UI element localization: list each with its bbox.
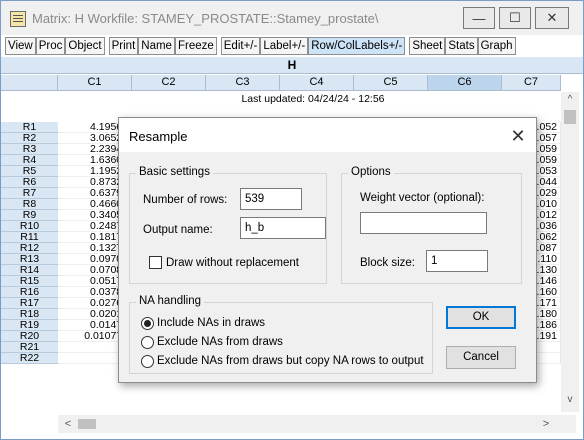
column-header-c2[interactable]: C2 (132, 75, 206, 91)
vertical-scroll-thumb[interactable] (564, 110, 576, 124)
window-title: Matrix: H Workfile: STAMEY_PROSTATE::Sta… (32, 11, 379, 26)
exclude-nas-label: Exclude NAs from draws (157, 336, 283, 348)
dialog-close-icon[interactable]: ✕ (507, 125, 529, 147)
corner-header[interactable] (1, 75, 58, 91)
block-size-label: Block size: (360, 257, 415, 269)
na-handling-group: NA handling Include NAs in draws Exclude… (129, 295, 433, 374)
close-window-button[interactable]: ✕ (535, 7, 569, 29)
resample-dialog: Resample ✕ Basic settings Number of rows… (118, 117, 537, 383)
weight-vector-label: Weight vector (optional): (360, 192, 485, 204)
column-header-c1[interactable]: C1 (58, 75, 132, 91)
proc-button[interactable]: Proc (35, 37, 66, 55)
scroll-down-icon[interactable]: v (561, 394, 579, 410)
matrix-app-icon (10, 11, 26, 27)
maximize-button[interactable]: ☐ (499, 7, 531, 29)
row-col-labels-button[interactable]: Row/ColLabels+/- (308, 37, 406, 55)
object-toolbar: View Proc Object Print Name Freeze Edit+… (5, 37, 516, 55)
weight-vector-input[interactable] (360, 212, 487, 234)
exclude-nas-radio[interactable] (141, 336, 154, 349)
scroll-left-icon[interactable]: < (60, 415, 76, 433)
sheet-button[interactable]: Sheet (409, 37, 446, 55)
column-header-c5[interactable]: C5 (354, 75, 428, 91)
dialog-title-bar[interactable]: Resample ✕ (119, 118, 536, 152)
row-header-r22[interactable]: R22 (1, 353, 58, 364)
matrix-name-header: H (1, 57, 583, 74)
exclude-nas-copy-label: Exclude NAs from draws but copy NA rows … (157, 355, 424, 367)
label-toggle-button[interactable]: Label+/- (260, 37, 309, 55)
horizontal-scroll-thumb[interactable] (78, 419, 96, 429)
print-button[interactable]: Print (108, 37, 139, 55)
horizontal-scrollbar[interactable]: < > (58, 415, 576, 433)
draw-without-replacement-checkbox[interactable] (149, 256, 162, 269)
last-updated-note: Last updated: 04/24/24 - 12:56 (241, 93, 385, 105)
edit-toggle-button[interactable]: Edit+/- (220, 37, 261, 55)
dialog-title: Resample (129, 129, 188, 144)
rows-label: Number of rows: (143, 194, 228, 206)
column-header-c4[interactable]: C4 (280, 75, 354, 91)
minimize-button[interactable]: — (463, 7, 495, 29)
include-nas-label: Include NAs in draws (157, 317, 266, 329)
rows-input[interactable] (240, 188, 302, 210)
exclude-nas-copy-radio[interactable] (141, 355, 154, 368)
cancel-button[interactable]: Cancel (446, 346, 516, 369)
options-group: Options Weight vector (optional): Block … (341, 166, 522, 284)
vertical-scrollbar[interactable]: ^ v (561, 92, 579, 412)
column-header-c7[interactable]: C7 (502, 75, 561, 91)
draw-without-replacement-label: Draw without replacement (166, 257, 299, 269)
options-label: Options (348, 166, 394, 178)
object-button[interactable]: Object (65, 37, 105, 55)
basic-settings-group: Basic settings Number of rows: Output na… (129, 166, 327, 284)
na-handling-label: NA handling (136, 295, 205, 307)
ok-button[interactable]: OK (446, 306, 516, 329)
scroll-up-icon[interactable]: ^ (561, 94, 579, 110)
output-name-label: Output name: (143, 224, 213, 236)
stats-button[interactable]: Stats (445, 37, 478, 55)
basic-settings-label: Basic settings (136, 166, 213, 178)
graph-button[interactable]: Graph (477, 37, 516, 55)
scroll-right-icon[interactable]: > (538, 415, 554, 433)
block-size-input[interactable] (426, 250, 488, 272)
title-bar[interactable]: Matrix: H Workfile: STAMEY_PROSTATE::Sta… (1, 1, 583, 35)
output-name-input[interactable] (240, 217, 326, 239)
name-button[interactable]: Name (138, 37, 175, 55)
column-header-c3[interactable]: C3 (206, 75, 280, 91)
include-nas-radio[interactable] (141, 317, 154, 330)
column-header-c6[interactable]: C6 (428, 75, 502, 91)
freeze-button[interactable]: Freeze (174, 37, 217, 55)
view-button[interactable]: View (5, 37, 36, 55)
